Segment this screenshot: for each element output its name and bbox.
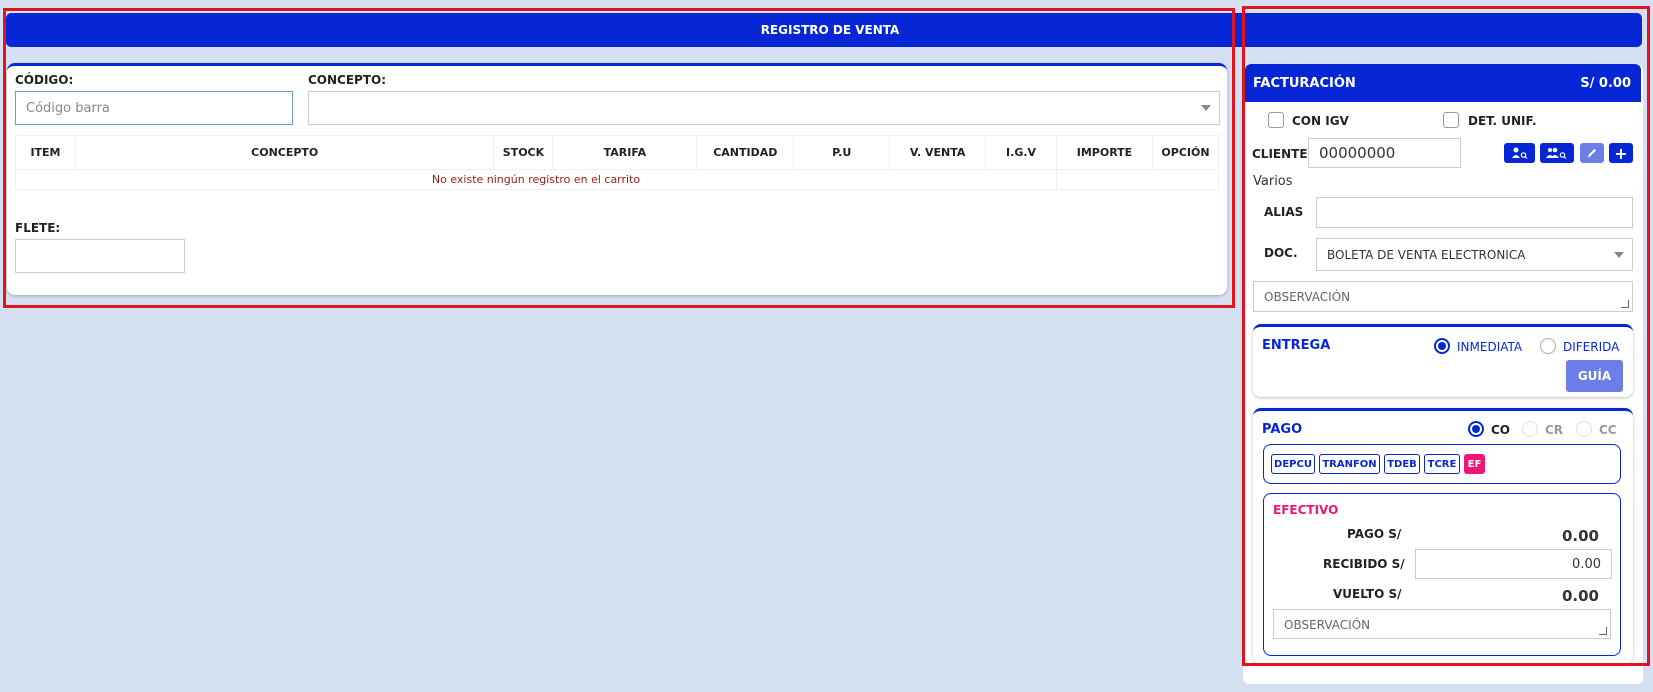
highlight-right [1242,6,1650,666]
highlight-left [3,8,1235,308]
